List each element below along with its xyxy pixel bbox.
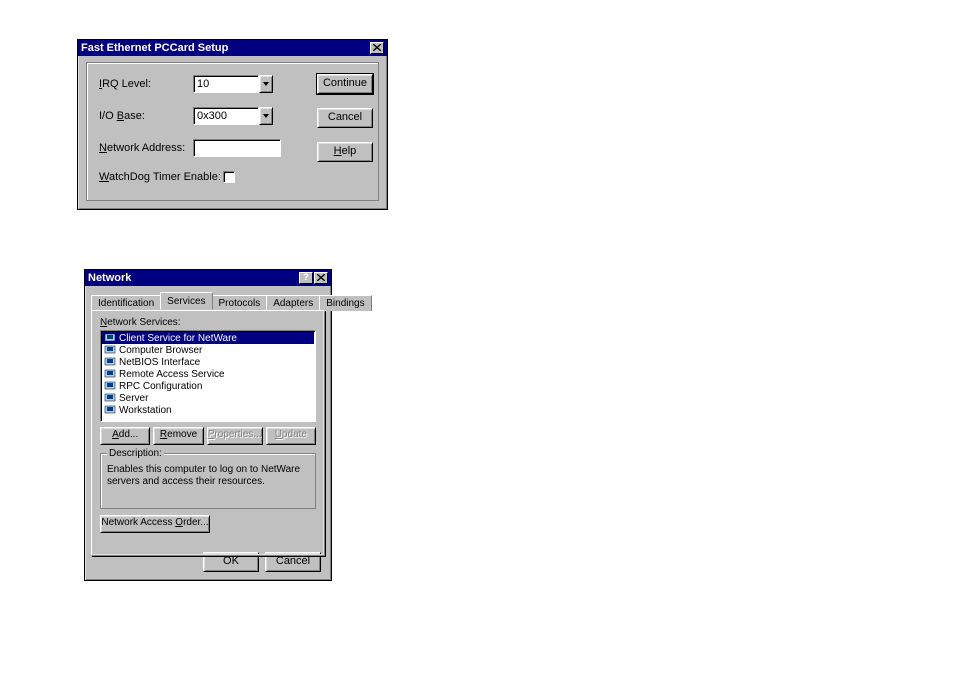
service-icon [104, 381, 116, 391]
watchdog-timer-label: WatchDog Timer Enable: [99, 171, 223, 183]
update-button[interactable]: Update [266, 427, 316, 445]
network-address-input[interactable] [193, 139, 281, 157]
service-icon [104, 369, 116, 379]
description-text: Enables this computer to log on to NetWa… [107, 464, 300, 487]
list-item[interactable]: RPC Configuration [102, 380, 314, 392]
chevron-down-icon[interactable] [259, 107, 273, 125]
list-item-label: RPC Configuration [119, 381, 202, 392]
tab-adapters[interactable]: Adapters [266, 295, 320, 311]
tab-protocols[interactable]: Protocols [212, 295, 268, 311]
close-icon[interactable] [314, 272, 328, 284]
help-icon[interactable]: ? [299, 272, 313, 284]
services-tabpage: Network Services: Client Service for Net… [91, 310, 325, 556]
irq-level-label: IRQ Level: [99, 78, 193, 90]
service-icon [104, 405, 116, 415]
continue-button[interactable]: Continue [317, 74, 373, 94]
list-item[interactable]: Workstation [102, 404, 314, 416]
cancel-button[interactable]: Cancel [317, 108, 373, 128]
list-item-label: Server [119, 393, 148, 404]
fast-ethernet-pccard-setup-window: Fast Ethernet PCCard Setup IRQ Level: 10… [77, 39, 388, 210]
add-button[interactable]: Add... [100, 427, 150, 445]
watchdog-timer-checkbox[interactable] [223, 171, 235, 183]
list-item[interactable]: Client Service for NetWare [102, 332, 314, 344]
titlebar[interactable]: Network ? [85, 270, 331, 286]
window-title: Fast Ethernet PCCard Setup [81, 42, 228, 54]
remove-button[interactable]: Remove [153, 427, 203, 445]
network-window: Network ? Identification Services Protoc… [84, 269, 332, 581]
network-address-label: Network Address: [99, 142, 193, 154]
network-services-label: Network Services: [100, 317, 316, 328]
list-item[interactable]: Remote Access Service [102, 368, 314, 380]
tab-services[interactable]: Services [160, 292, 212, 310]
tab-bindings[interactable]: Bindings [319, 295, 371, 311]
tab-identification[interactable]: Identification [91, 295, 161, 311]
service-icon [104, 357, 116, 367]
list-item-label: Workstation [119, 405, 172, 416]
io-base-label: I/O Base: [99, 110, 193, 122]
list-item-label: Remote Access Service [119, 369, 225, 380]
chevron-down-icon[interactable] [259, 75, 273, 93]
service-icon [104, 345, 116, 355]
list-item-label: NetBIOS Interface [119, 357, 200, 368]
io-base-combo[interactable]: 0x300 [193, 107, 273, 125]
list-item-label: Computer Browser [119, 345, 202, 356]
service-icon [104, 333, 116, 343]
service-icon [104, 393, 116, 403]
list-item-label: Client Service for NetWare [119, 333, 237, 344]
list-item[interactable]: Computer Browser [102, 344, 314, 356]
network-access-order-button[interactable]: Network Access Order... [100, 515, 210, 533]
description-legend: Description: [107, 448, 164, 460]
close-icon[interactable] [370, 42, 384, 54]
io-base-value: 0x300 [193, 107, 259, 125]
window-title: Network [88, 272, 131, 284]
description-group: Description: Enables this computer to lo… [100, 453, 316, 509]
list-item[interactable]: NetBIOS Interface [102, 356, 314, 368]
network-services-list[interactable]: Client Service for NetWare Computer Brow… [100, 330, 316, 422]
properties-button[interactable]: Properties... [207, 427, 263, 445]
tabstrip: Identification Services Protocols Adapte… [91, 292, 325, 310]
list-item[interactable]: Server [102, 392, 314, 404]
help-button[interactable]: Help [317, 142, 373, 162]
irq-level-combo[interactable]: 10 [193, 75, 273, 93]
irq-level-value: 10 [193, 75, 259, 93]
titlebar[interactable]: Fast Ethernet PCCard Setup [78, 40, 387, 56]
